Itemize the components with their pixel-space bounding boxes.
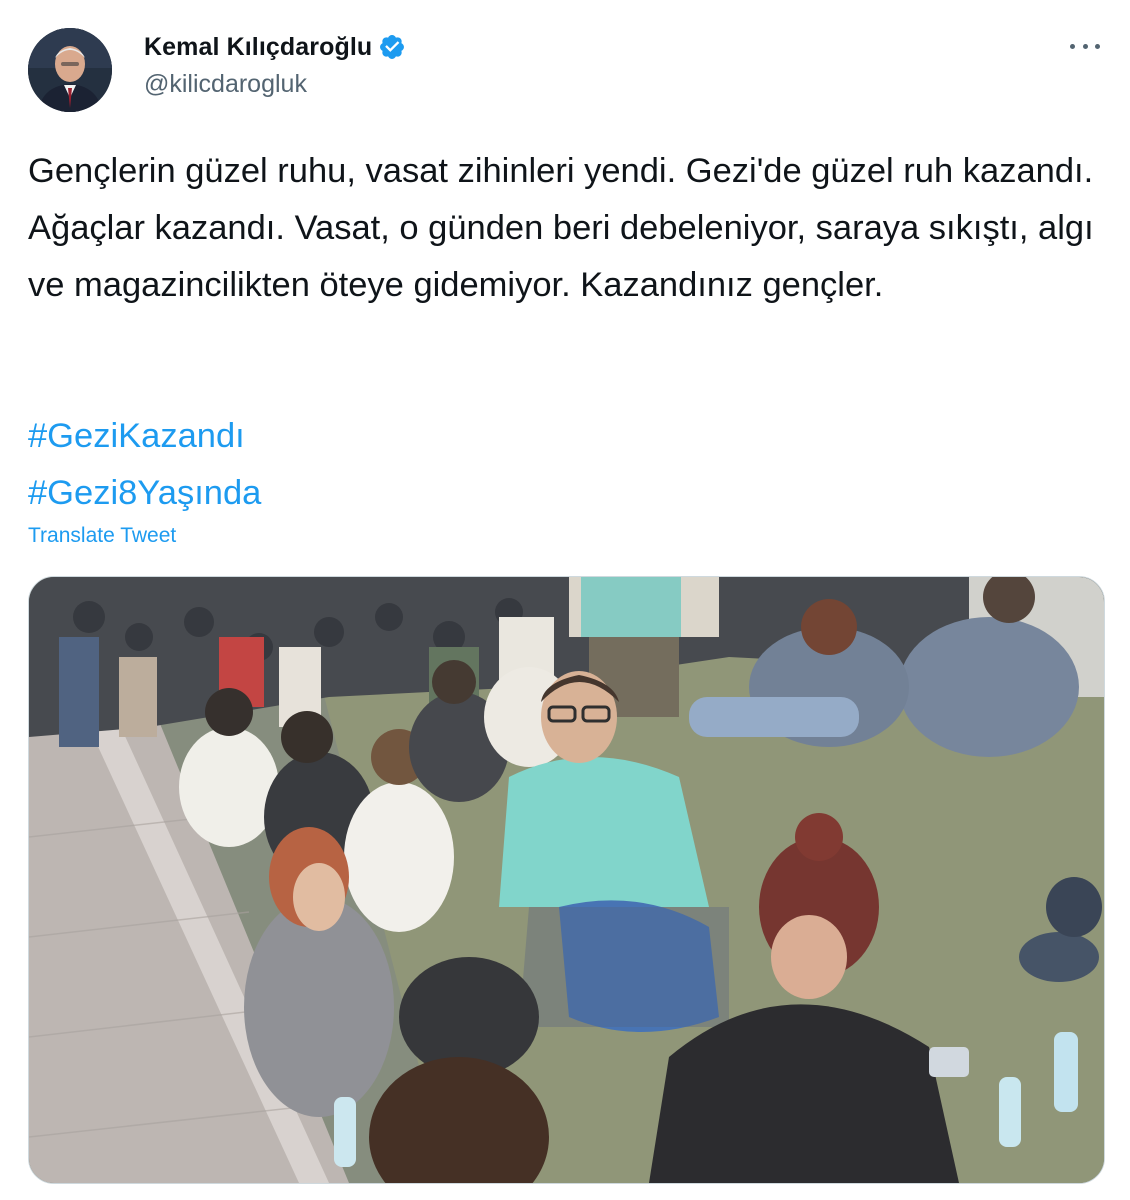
hashtag-link-gezikazandi[interactable]: #GeziKazandı (28, 408, 261, 465)
crowd-photo (29, 577, 1104, 1183)
avatar-image (28, 28, 112, 112)
author-name-row[interactable]: Kemal Kılıçdaroğlu (144, 30, 406, 64)
dot (1082, 43, 1088, 49)
hashtag-link-gezi8yasinda[interactable]: #Gezi8Yaşında (28, 465, 261, 522)
dot (1070, 43, 1075, 49)
hashtag-list: #GeziKazandı #Gezi8Yaşında (28, 408, 261, 522)
avatar[interactable] (28, 28, 112, 112)
translate-tweet-link[interactable]: Translate Tweet (28, 524, 176, 548)
tweet-card: Kemal Kılıçdaroğlu @kilicdarogluk Gençle… (0, 0, 1130, 1200)
author-handle[interactable]: @kilicdarogluk (144, 70, 307, 99)
more-dots-icon[interactable] (1070, 36, 1100, 56)
verified-badge-icon (380, 35, 405, 59)
dot (1095, 43, 1100, 49)
tweet-text: Gençlerin güzel ruhu, vasat zihinleri ye… (28, 152, 1094, 304)
tweet-media-photo[interactable] (28, 576, 1105, 1184)
author-display-name[interactable]: Kemal Kılıçdaroğlu (144, 33, 372, 62)
